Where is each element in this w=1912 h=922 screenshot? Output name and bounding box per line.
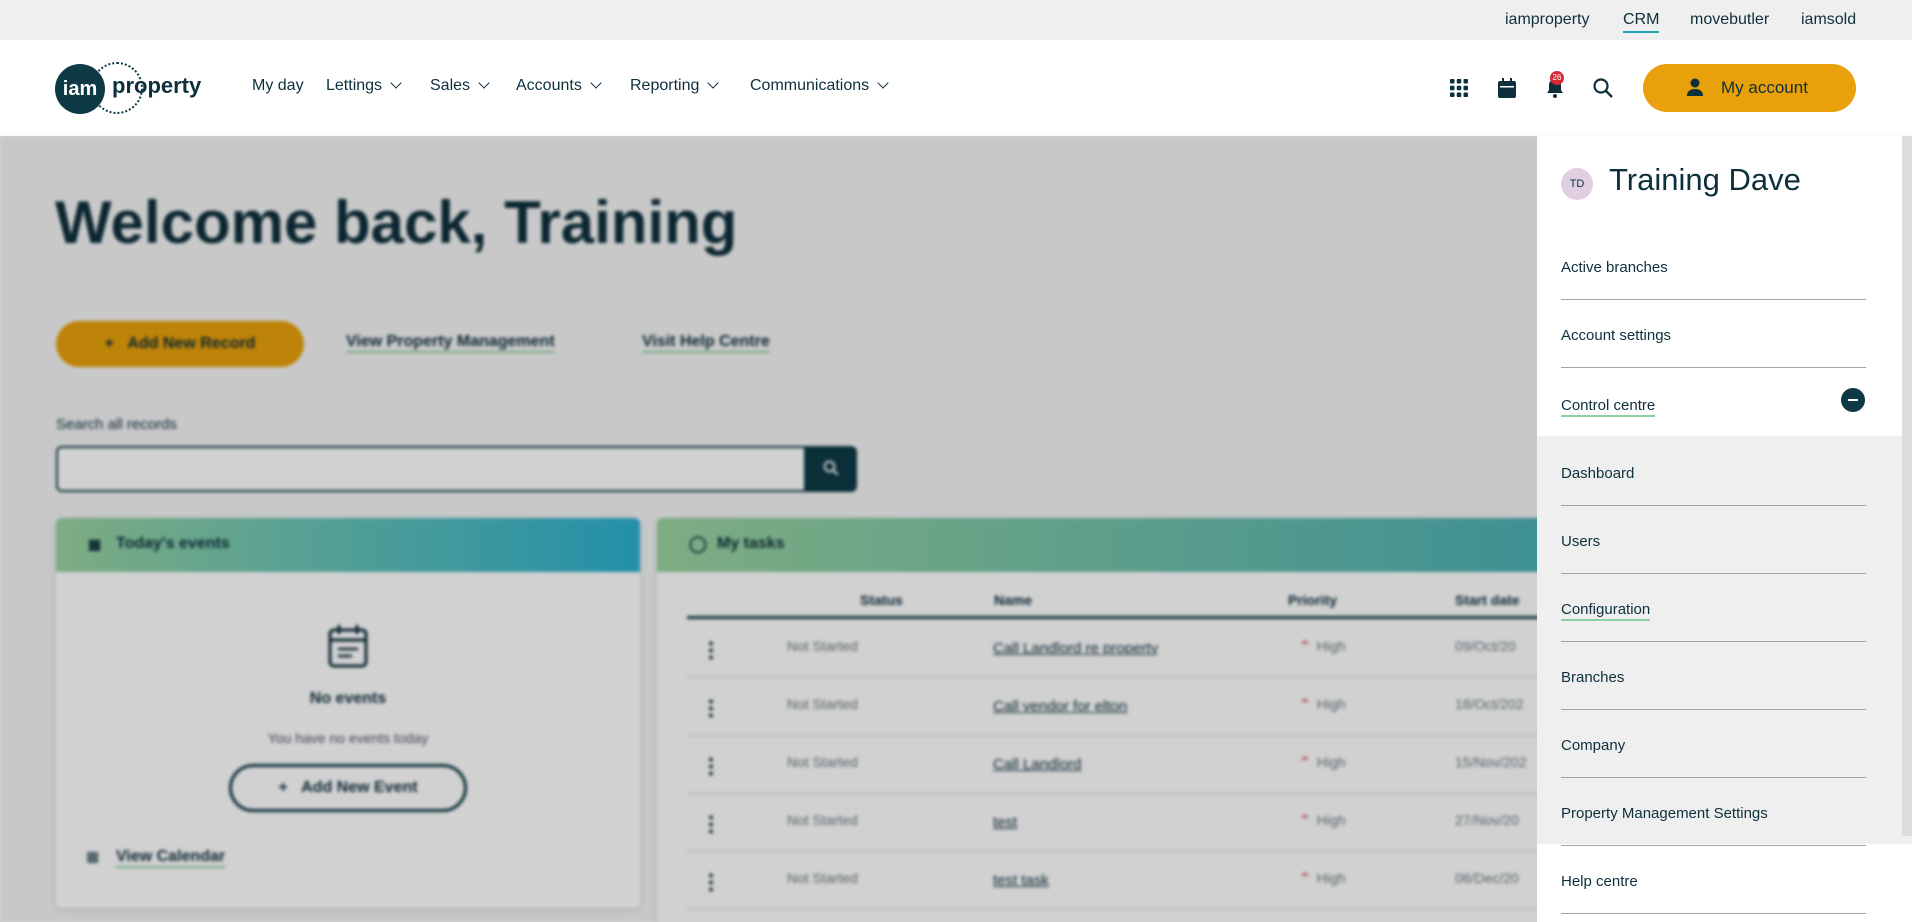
chevron-down-icon bbox=[877, 77, 889, 89]
menu-item-help-centre[interactable]: Help centre bbox=[1561, 846, 1866, 914]
nav-sales[interactable]: Sales bbox=[430, 77, 490, 95]
menu-item-label: Dashboard bbox=[1561, 465, 1635, 482]
nav-label: Lettings bbox=[326, 77, 383, 94]
nav-reporting[interactable]: Reporting bbox=[630, 77, 720, 95]
menu-item-label: Help centre bbox=[1561, 873, 1638, 890]
submenu-item-users[interactable]: Users bbox=[1561, 506, 1866, 574]
nav-label: Reporting bbox=[630, 77, 700, 94]
menu-item-control-centre[interactable]: Control centre bbox=[1561, 370, 1866, 438]
menu-item-active-branches[interactable]: Active branches bbox=[1561, 232, 1866, 300]
my-account-button[interactable]: My account bbox=[1643, 64, 1856, 112]
menu-item-account-settings[interactable]: Account settings bbox=[1561, 300, 1866, 368]
submenu-item-configuration[interactable]: Configuration bbox=[1561, 574, 1866, 642]
submenu-item-property-management-settings[interactable]: Property Management Settings bbox=[1561, 778, 1866, 846]
nav-communications[interactable]: Communications bbox=[750, 77, 889, 95]
chevron-down-icon bbox=[590, 77, 602, 89]
my-account-label: My account bbox=[1721, 78, 1808, 97]
nav-label: Sales bbox=[430, 77, 471, 94]
main-header: iam property My day Lettings Sales Accou… bbox=[0, 40, 1912, 136]
nav-label: My day bbox=[252, 77, 304, 94]
menu-item-label: Active branches bbox=[1561, 259, 1668, 276]
menu-item-label: Control centre bbox=[1561, 397, 1656, 417]
menu-item-label: Property Management Settings bbox=[1561, 805, 1768, 822]
nav-label: Accounts bbox=[516, 77, 582, 94]
submenu-item-branches[interactable]: Branches bbox=[1561, 642, 1866, 710]
iamproperty-logo[interactable]: iam property bbox=[55, 62, 202, 114]
menu-item-label: Account settings bbox=[1561, 327, 1672, 344]
nav-my-day[interactable]: My day bbox=[252, 77, 304, 95]
nav-label: Communications bbox=[750, 77, 870, 94]
avatar: TD bbox=[1561, 168, 1593, 200]
notification-badge: 26 bbox=[1550, 71, 1564, 85]
menu-item-label: Company bbox=[1561, 737, 1626, 754]
chevron-down-icon bbox=[390, 77, 402, 89]
calendar-icon[interactable] bbox=[1495, 76, 1519, 100]
top-utility-bar: iamproperty CRM movebutler iamsold bbox=[0, 0, 1912, 40]
submenu-item-dashboard[interactable]: Dashboard bbox=[1561, 438, 1866, 506]
logo-mark: iam bbox=[55, 64, 105, 114]
topbar-link-iamsold[interactable]: iamsold bbox=[1801, 11, 1856, 29]
chevron-down-icon bbox=[707, 77, 720, 89]
collapse-icon[interactable] bbox=[1841, 388, 1865, 412]
menu-item-label: Configuration bbox=[1561, 601, 1651, 621]
person-icon bbox=[1687, 78, 1703, 96]
menu-item-label: Branches bbox=[1561, 669, 1625, 686]
account-dropdown-panel: TD Training Dave Active branches Account… bbox=[1537, 136, 1912, 922]
topbar-link-crm[interactable]: CRM bbox=[1623, 11, 1660, 33]
menu-item-label: Users bbox=[1561, 533, 1601, 550]
nav-accounts[interactable]: Accounts bbox=[516, 77, 602, 95]
grid-icon[interactable] bbox=[1447, 76, 1471, 100]
nav-lettings[interactable]: Lettings bbox=[326, 77, 402, 95]
topbar-link-movebutler[interactable]: movebutler bbox=[1690, 11, 1769, 29]
scrollbar[interactable] bbox=[1902, 136, 1912, 836]
chevron-down-icon bbox=[478, 77, 490, 89]
search-icon[interactable] bbox=[1591, 76, 1615, 100]
logo-word: property bbox=[112, 73, 202, 98]
user-name: Training Dave bbox=[1609, 162, 1801, 197]
submenu-item-company[interactable]: Company bbox=[1561, 710, 1866, 778]
topbar-link-iamproperty[interactable]: iamproperty bbox=[1505, 11, 1589, 29]
